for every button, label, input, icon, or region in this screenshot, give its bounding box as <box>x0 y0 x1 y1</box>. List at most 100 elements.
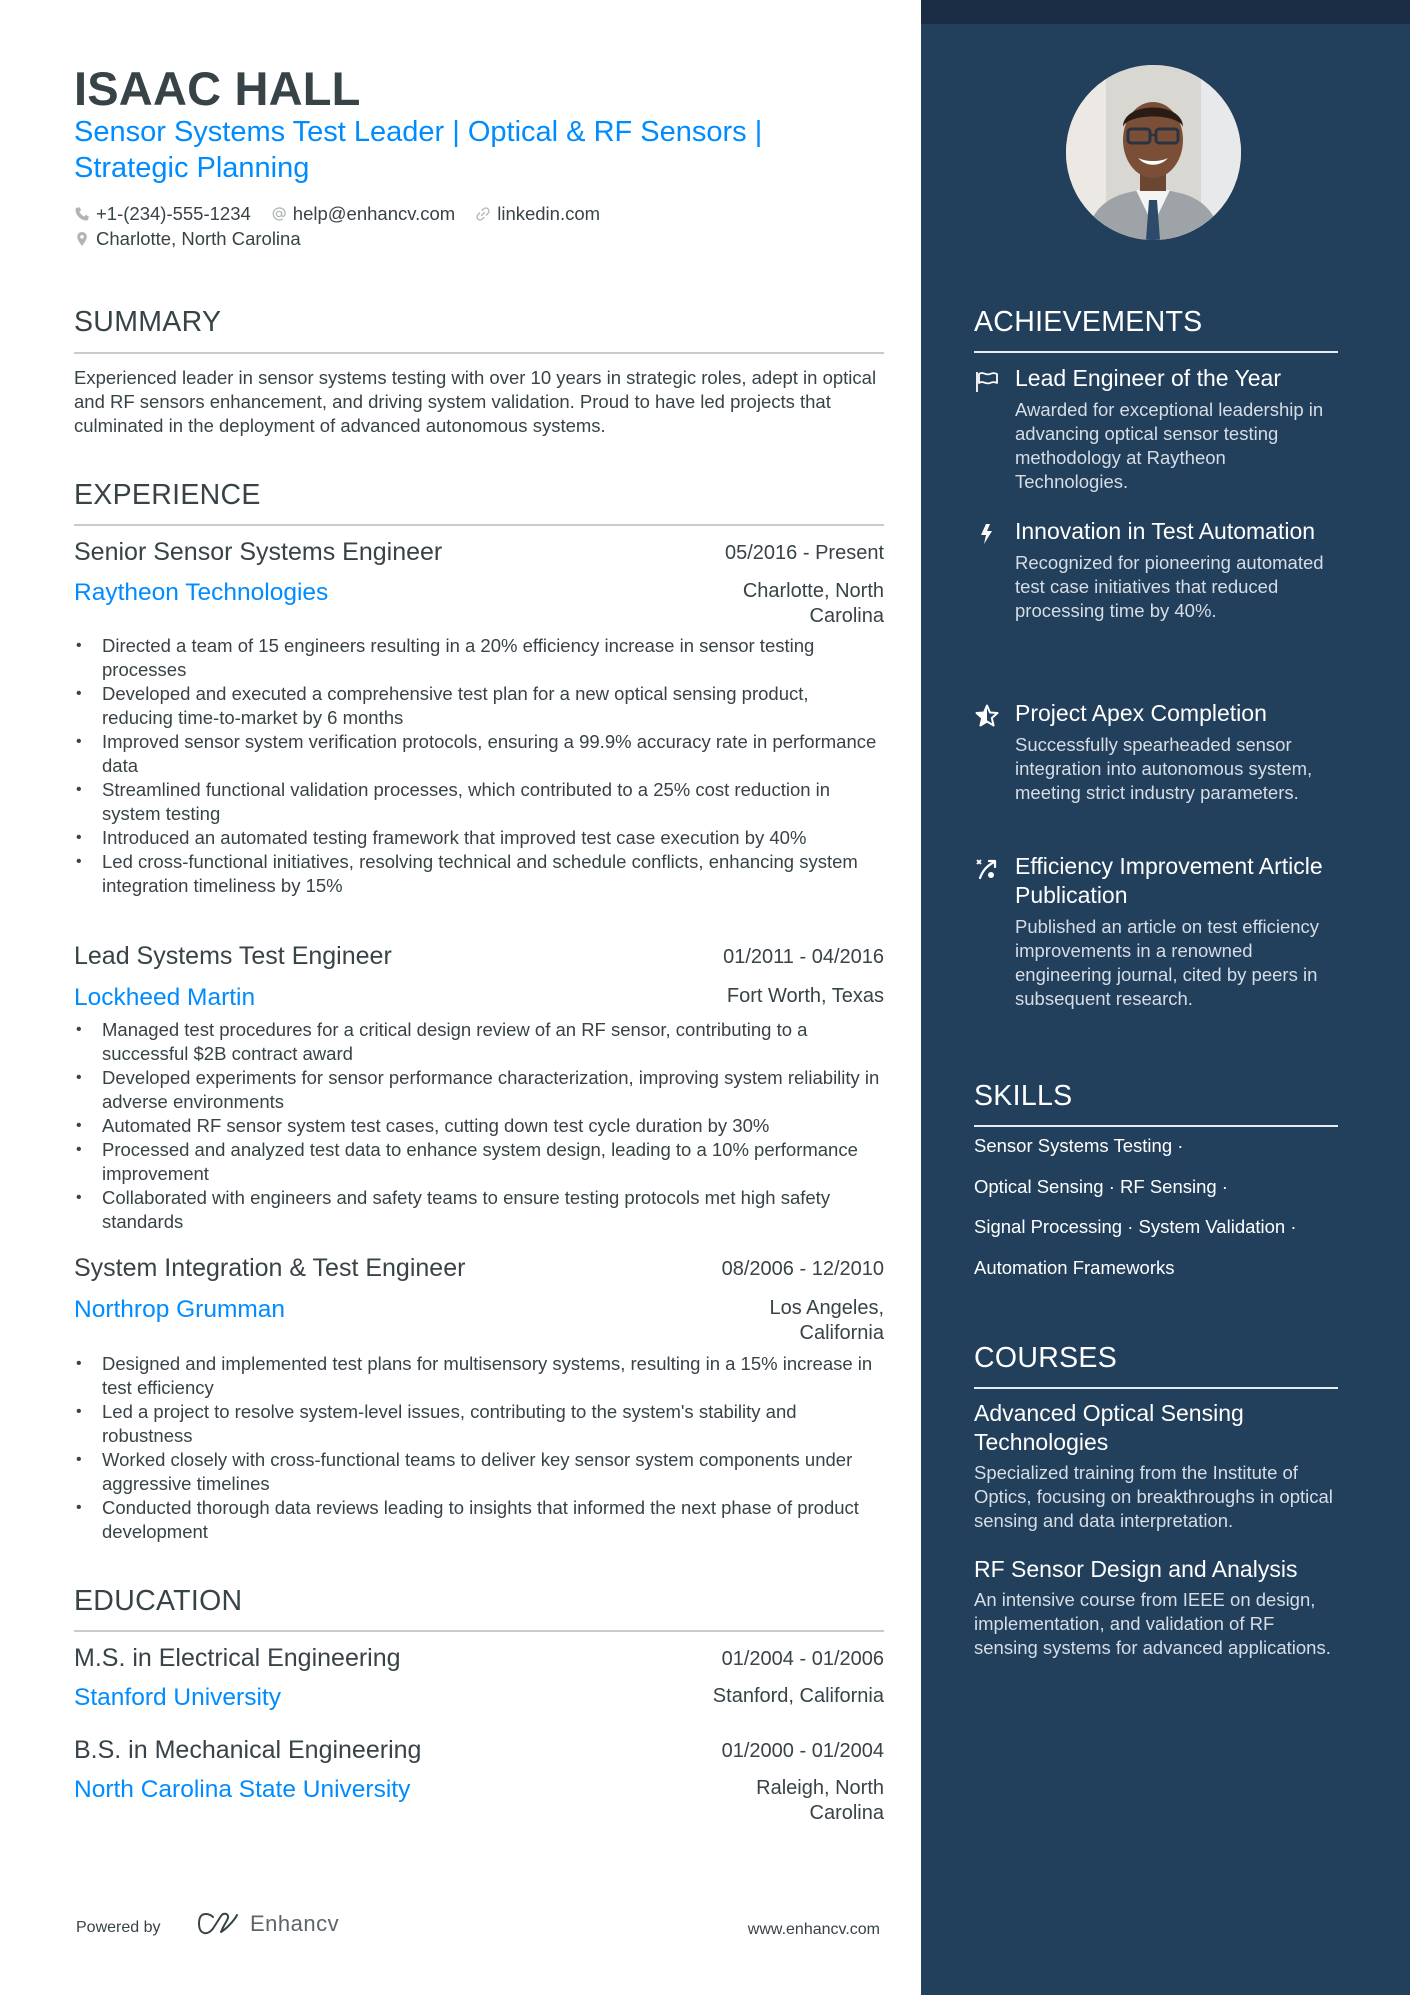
section-divider <box>74 352 884 354</box>
contact-email: help@enhancv.com <box>271 201 455 226</box>
education-location: Raleigh, North Carolina <box>756 1777 884 1824</box>
lightning-icon <box>981 524 992 544</box>
job-bullet: Managed test procedures for a critical d… <box>74 1018 884 1066</box>
contact-phone: +1-(234)-555-1234 <box>74 201 251 226</box>
skills-list: Sensor Systems Testing · Optical Sensing… <box>974 1134 1338 1296</box>
job-bullet: Introduced an automated testing framewor… <box>74 826 884 850</box>
contact-row: +1-(234)-555-1234 help@enhancv.com linke… <box>74 201 874 226</box>
section-title-summary: SUMMARY <box>74 306 222 338</box>
job-bullet: Worked closely with cross-functional tea… <box>74 1448 884 1496</box>
job-bullet: Developed experiments for sensor perform… <box>74 1066 884 1114</box>
job-bullet: Automated RF sensor system test cases, c… <box>74 1114 884 1138</box>
job-bullet: Improved sensor system verification prot… <box>74 730 884 778</box>
education-location: Stanford, California <box>712 1685 884 1707</box>
section-title-courses: COURSES <box>974 1342 1118 1374</box>
job-bullet: Directed a team of 15 engineers resultin… <box>74 634 884 682</box>
section-title-achievements: ACHIEVEMENTS <box>974 306 1203 338</box>
contact-info: +1-(234)-555-1234 help@enhancv.com linke… <box>74 201 874 251</box>
candidate-name: ISAAC HALL <box>74 62 361 115</box>
company-name[interactable]: Northrop Grumman <box>74 1295 285 1325</box>
section-title-experience: EXPERIENCE <box>74 479 261 511</box>
summary-text: Experienced leader in sensor systems tes… <box>74 367 877 436</box>
job-location: Charlotte, North Carolina <box>742 580 884 627</box>
job-bullets: Designed and implemented test plans for … <box>74 1352 884 1544</box>
achievement-title: Efficiency Improvement Article Publicati… <box>1015 853 1323 908</box>
company-name[interactable]: Raytheon Technologies <box>74 578 328 608</box>
section-divider <box>974 1125 1338 1127</box>
course-title: RF Sensor Design and Analysis <box>974 1556 1298 1582</box>
job-bullet: Streamlined functional validation proces… <box>74 778 884 826</box>
profile-photo <box>1066 65 1241 240</box>
achievement-description: Awarded for exceptional leadership in ad… <box>1015 399 1324 492</box>
achievement-description: Successfully spearheaded sensor integrat… <box>1015 734 1313 803</box>
course-title: Advanced Optical Sensing Technologies <box>974 1400 1244 1455</box>
job-title: Senior Sensor Systems Engineer <box>74 538 443 566</box>
phone-icon <box>75 207 89 220</box>
powered-by-label: Powered by <box>76 1919 161 1936</box>
course-description: Specialized training from the Institute … <box>974 1462 1333 1531</box>
achievement-item: Project Apex Completion Successfully spe… <box>974 699 1338 805</box>
job-bullet: Led cross-functional initiatives, resolv… <box>74 850 884 898</box>
contact-row: Charlotte, North Carolina <box>74 226 874 251</box>
degree: B.S. in Mechanical Engineering <box>74 1736 422 1764</box>
job-bullet: Led a project to resolve system-level is… <box>74 1400 884 1448</box>
achievement-title: Project Apex Completion <box>1015 700 1267 726</box>
achievement-description: Recognized for pioneering automated test… <box>1015 552 1324 621</box>
course-item: Advanced Optical Sensing Technologies Sp… <box>974 1399 1333 1533</box>
job-location: Los Angeles, California <box>769 1297 884 1344</box>
job-bullet: Designed and implemented test plans for … <box>74 1352 884 1400</box>
achievement-description: Published an article on test efficiency … <box>1015 916 1320 1009</box>
job-bullet: Processed and analyzed test data to enha… <box>74 1138 884 1186</box>
achievement-item: Lead Engineer of the Year Awarded for ex… <box>974 364 1338 494</box>
footer-url[interactable]: www.enhancv.com <box>748 1921 880 1939</box>
course-description: An intensive course from IEEE on design,… <box>974 1589 1331 1658</box>
achievement-title: Lead Engineer of the Year <box>1015 365 1282 391</box>
main-column: ISAAC HALL Sensor Systems Test Leader | … <box>74 0 884 1995</box>
headline: Sensor Systems Test Leader | Optical & R… <box>74 116 763 184</box>
website-link[interactable]: linkedin.com <box>497 201 600 226</box>
section-title-education: EDUCATION <box>74 1585 243 1617</box>
job-bullet: Developed and executed a comprehensive t… <box>74 682 884 730</box>
job-dates: 05/2016 - Present <box>725 542 884 564</box>
company-name[interactable]: Lockheed Martin <box>74 983 255 1013</box>
skill-line: Optical Sensing · RF Sensing · <box>974 1175 1228 1197</box>
achievement-title: Innovation in Test Automation <box>1015 518 1316 544</box>
avatar <box>1066 65 1241 240</box>
job-dates: 08/2006 - 12/2010 <box>721 1258 884 1280</box>
job-title: System Integration & Test Engineer <box>74 1254 466 1282</box>
skill-line: Automation Frameworks <box>974 1256 1175 1278</box>
star-icon <box>975 704 999 727</box>
enhancv-logo-icon <box>198 1912 238 1935</box>
sidebar: ACHIEVEMENTS Lead Engineer of the Year A… <box>921 0 1410 1995</box>
contact-location: Charlotte, North Carolina <box>74 226 301 251</box>
contact-website: linkedin.com <box>475 201 600 226</box>
job-bullets: Managed test procedures for a critical d… <box>74 1018 884 1234</box>
achievement-item: Innovation in Test Automation Recognized… <box>974 517 1338 623</box>
job-location: Fort Worth, Texas <box>726 985 884 1007</box>
achievement-item: Efficiency Improvement Article Publicati… <box>974 852 1338 1011</box>
education-dates: 01/2004 - 01/2006 <box>721 1648 884 1670</box>
enhancv-logo[interactable]: Enhancv <box>196 1911 339 1937</box>
sidebar-top-bar <box>921 0 1410 24</box>
job-dates: 01/2011 - 04/2016 <box>723 946 884 968</box>
education-dates: 01/2000 - 01/2004 <box>721 1740 884 1762</box>
section-divider <box>74 524 884 526</box>
skill-line: Sensor Systems Testing · <box>974 1135 1184 1156</box>
link-icon <box>476 206 490 221</box>
skill-line: Signal Processing · System Validation · <box>974 1216 1297 1237</box>
job-bullet: Conducted thorough data reviews leading … <box>74 1496 884 1544</box>
phone-text[interactable]: +1-(234)-555-1234 <box>96 201 251 226</box>
email-link[interactable]: help@enhancv.com <box>293 201 455 226</box>
section-divider <box>974 1387 1338 1389</box>
trend-arrow-icon <box>976 859 997 880</box>
flag-icon <box>976 372 998 392</box>
job-bullet: Collaborated with engineers and safety t… <box>74 1186 884 1234</box>
section-title-skills: SKILLS <box>974 1080 1073 1112</box>
degree: M.S. in Electrical Engineering <box>74 1644 401 1672</box>
job-bullets: Directed a team of 15 engineers resultin… <box>74 634 884 898</box>
location-text: Charlotte, North Carolina <box>96 228 301 249</box>
map-pin-icon <box>77 231 87 246</box>
school-name[interactable]: North Carolina State University <box>74 1775 410 1805</box>
school-name[interactable]: Stanford University <box>74 1683 281 1713</box>
section-divider <box>74 1630 884 1632</box>
